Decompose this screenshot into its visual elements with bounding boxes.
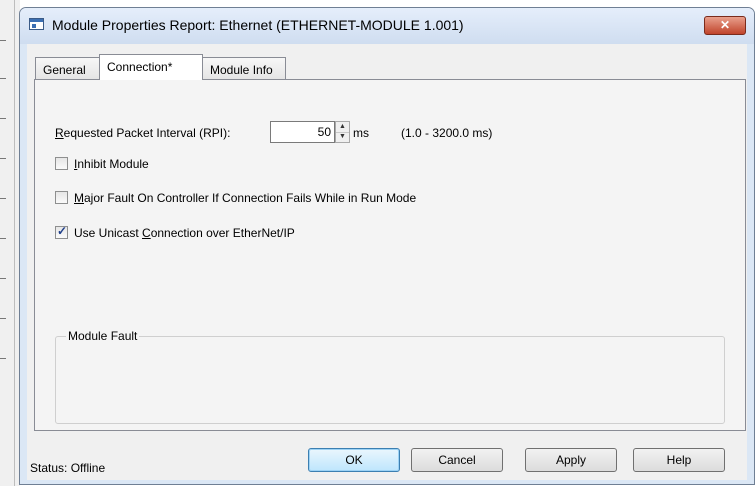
unicast-text-after: onnection over EtherNet/IP [150,226,295,240]
background-tick [0,40,6,41]
module-fault-group: Module Fault [55,329,725,424]
inhibit-module-text: nhibit Module [77,157,149,171]
window-icon [29,18,44,30]
rpi-label: Requested Packet Interval (RPI): [55,126,230,140]
module-fault-label: Module Fault [66,329,140,343]
tab-module-info[interactable]: Module Info [202,57,286,79]
rpi-range: (1.0 - 3200.0 ms) [401,126,493,140]
major-fault-checkbox-box[interactable] [55,191,68,204]
title-bar[interactable]: Module Properties Report: Ethernet (ETHE… [20,8,754,44]
background-tick [0,278,6,279]
tab-connection[interactable]: Connection* [99,54,203,80]
inhibit-module-checkbox-box[interactable] [55,157,68,170]
rpi-label-text: equested Packet Interval (RPI): [63,126,231,140]
major-fault-mnemonic: M [74,191,84,205]
apply-button[interactable]: Apply [525,448,617,472]
unicast-text-before: Use Unicast [74,226,143,240]
major-fault-label: Major Fault On Controller If Connection … [74,191,416,205]
rpi-input[interactable] [270,121,335,143]
background-tick [0,198,6,199]
help-button[interactable]: Help [633,448,725,472]
background-tick [0,158,6,159]
close-button[interactable]: ✕ [704,16,746,35]
background-tick [0,358,6,359]
tab-general[interactable]: General [35,57,100,79]
rpi-unit: ms [353,126,369,140]
background-window-edge [0,0,20,486]
unicast-label: Use Unicast Connection over EtherNet/IP [74,226,295,240]
major-fault-text: ajor Fault On Controller If Connection F… [84,191,417,205]
ok-button[interactable]: OK [308,448,400,472]
rpi-spinner[interactable]: ▲ ▼ [335,121,350,143]
window-title: Module Properties Report: Ethernet (ETHE… [52,17,464,33]
background-tick [0,118,6,119]
unicast-mnemonic: C [142,226,151,240]
dialog-client-area: General Connection* Module Info Requeste… [27,44,747,480]
unicast-checkbox-box[interactable] [55,224,68,239]
rpi-label-mnemonic: R [55,126,64,140]
module-properties-dialog: Module Properties Report: Ethernet (ETHE… [19,7,755,485]
status-text: Status: Offline [30,461,106,475]
cancel-button[interactable]: Cancel [411,448,503,472]
inhibit-module-label: Inhibit Module [74,157,149,171]
background-tick [0,238,6,239]
background-tick [0,78,6,79]
connection-tab-panel: Requested Packet Interval (RPI): ▲ ▼ ms … [34,79,746,431]
spinner-down-icon[interactable]: ▼ [336,132,349,142]
background-tick [0,318,6,319]
background-divider [14,0,15,486]
